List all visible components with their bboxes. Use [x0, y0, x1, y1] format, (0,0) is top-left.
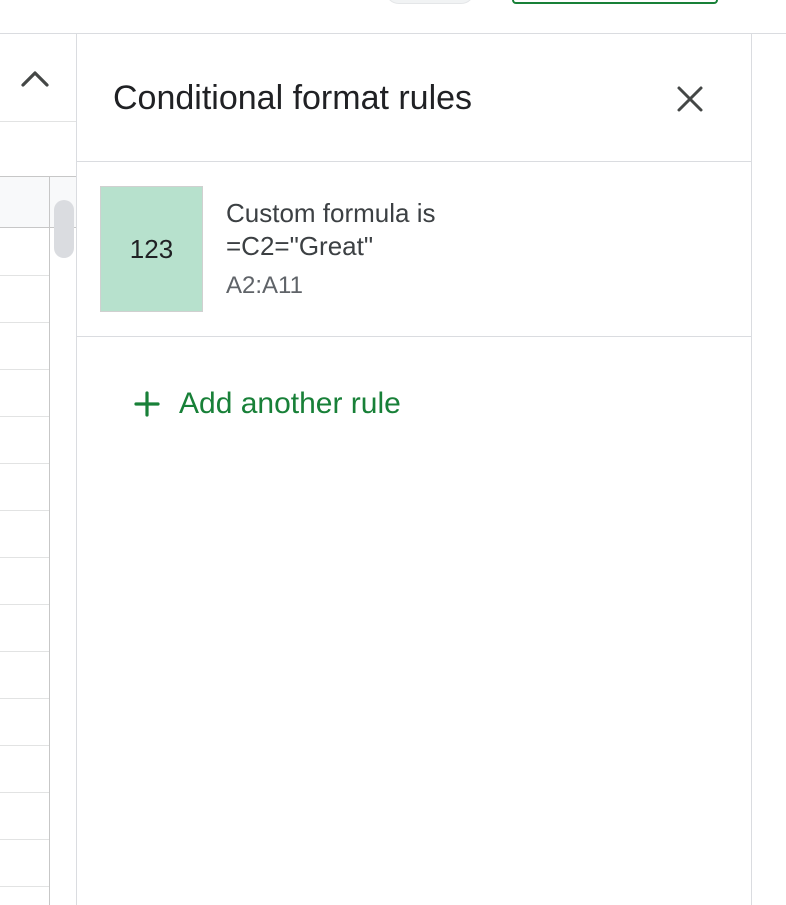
- scrollbar-thumb[interactable]: [54, 200, 74, 258]
- toolbar-area: [0, 0, 192, 33]
- close-icon: [677, 86, 703, 112]
- panel-title: Conditional format rules: [113, 79, 473, 117]
- row-divider: [0, 839, 49, 840]
- spreadsheet-grid: [0, 34, 76, 905]
- share-mode-pill[interactable]: [385, 0, 475, 4]
- rule-card[interactable]: 123 Custom formula is =C2="Great" A2:A11: [77, 163, 752, 337]
- share-button[interactable]: [512, 0, 718, 4]
- panel-right-border: [751, 34, 752, 905]
- vertical-scrollbar[interactable]: [50, 228, 76, 905]
- close-panel-button[interactable]: [667, 76, 713, 122]
- row-divider: [0, 886, 49, 887]
- row-divider: [0, 745, 49, 746]
- rule-condition: Custom formula is: [226, 198, 436, 228]
- rule-preview-text: 123: [129, 233, 174, 264]
- row-divider: [0, 510, 49, 511]
- plus-icon: [134, 391, 160, 417]
- row-divider: [0, 369, 49, 370]
- row-divider: [0, 416, 49, 417]
- add-another-rule-button[interactable]: Add another rule: [133, 382, 401, 426]
- row-divider: [0, 463, 49, 464]
- conditional-format-panel: Conditional format rules 123 Custom form…: [76, 34, 752, 905]
- rule-formula: =C2="Great": [226, 231, 374, 261]
- row-divider: [0, 275, 49, 276]
- row-divider: [0, 604, 49, 605]
- rule-format-preview: 123: [100, 186, 203, 312]
- chevron-up-icon: [21, 71, 49, 87]
- row-divider: [0, 651, 49, 652]
- rule-range: A2:A11: [226, 272, 303, 299]
- collapse-toolbar-button[interactable]: [12, 58, 58, 104]
- formula-bar-divider: [0, 121, 76, 122]
- row-divider: [0, 557, 49, 558]
- row-divider: [0, 698, 49, 699]
- row-divider: [0, 792, 49, 793]
- toolbar-strip: [0, 0, 786, 34]
- add-another-rule-label: Add another rule: [179, 387, 401, 420]
- row-divider: [0, 322, 49, 323]
- panel-header: Conditional format rules: [77, 34, 752, 162]
- app-window: Conditional format rules 123 Custom form…: [0, 0, 786, 905]
